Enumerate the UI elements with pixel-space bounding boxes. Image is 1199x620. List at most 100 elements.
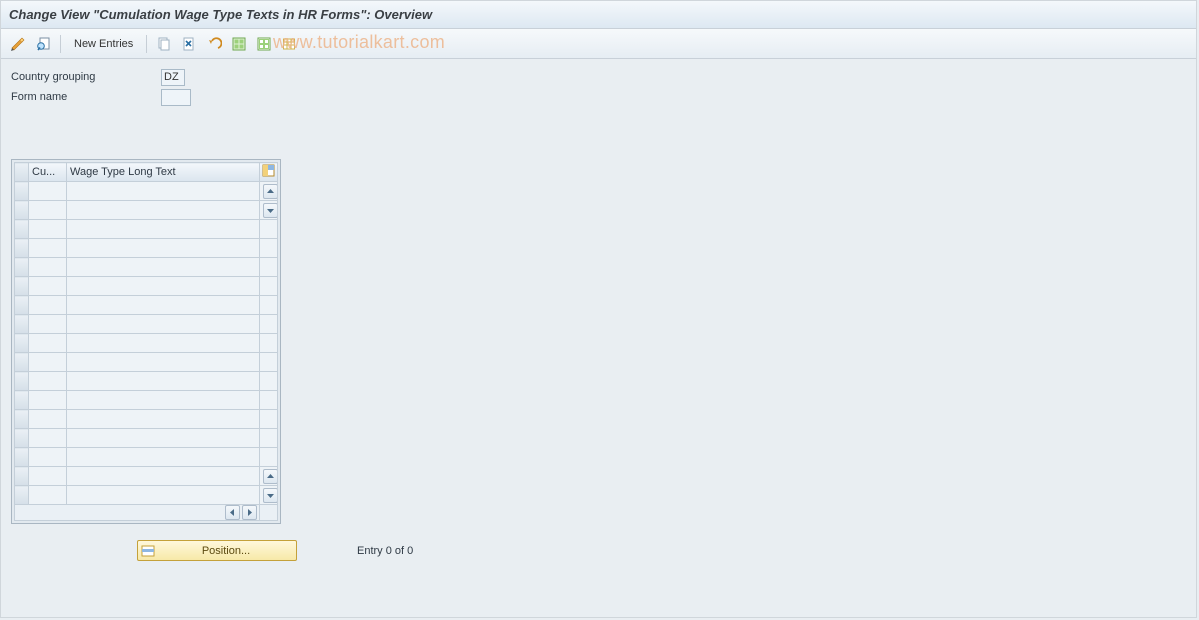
scroll-down-button[interactable] [263, 203, 278, 218]
row-select-handle[interactable] [15, 277, 29, 296]
cell-cu[interactable] [29, 486, 67, 505]
table-config-header[interactable] [260, 163, 278, 182]
cell-wage-text[interactable] [67, 410, 260, 429]
row-select-handle[interactable] [15, 334, 29, 353]
table-row [15, 315, 278, 334]
row-select-handle[interactable] [15, 448, 29, 467]
cell-cu[interactable] [29, 334, 67, 353]
row-select-handle[interactable] [15, 201, 29, 220]
horizontal-scroll-row [15, 505, 278, 521]
table-row [15, 448, 278, 467]
row-select-handle[interactable] [15, 467, 29, 486]
cell-wage-text[interactable] [67, 258, 260, 277]
toolbar-separator [60, 35, 61, 53]
cell-wage-text[interactable] [67, 239, 260, 258]
undo-button[interactable] [203, 34, 225, 54]
row-select-handle[interactable] [15, 429, 29, 448]
triangle-down-icon [267, 207, 274, 214]
cell-wage-text[interactable] [67, 448, 260, 467]
new-entries-button[interactable]: New Entries [67, 34, 140, 54]
table-settings-icon [262, 164, 275, 177]
row-select-handle[interactable] [15, 220, 29, 239]
change-display-toggle-button[interactable] [7, 34, 29, 54]
country-grouping-input[interactable] [161, 69, 185, 86]
cell-cu[interactable] [29, 182, 67, 201]
cell-cu[interactable] [29, 391, 67, 410]
cell-wage-text[interactable] [67, 315, 260, 334]
form-name-label: Form name [11, 91, 161, 103]
cell-wage-text[interactable] [67, 372, 260, 391]
cell-wage-text[interactable] [67, 296, 260, 315]
deselect-all-button[interactable] [253, 34, 275, 54]
cell-wage-text[interactable] [67, 201, 260, 220]
table-row [15, 410, 278, 429]
cell-wage-text[interactable] [67, 391, 260, 410]
copy-button[interactable] [153, 34, 175, 54]
cell-wage-text[interactable] [67, 277, 260, 296]
row-select-handle[interactable] [15, 296, 29, 315]
row-select-handle[interactable] [15, 258, 29, 277]
scroll-down-button[interactable] [263, 488, 278, 503]
vertical-scroll-cell [260, 315, 278, 334]
scroll-right-button[interactable] [242, 505, 257, 520]
cell-wage-text[interactable] [67, 334, 260, 353]
column-header-wage-text[interactable]: Wage Type Long Text [67, 163, 260, 182]
pencil-glasses-icon [10, 36, 26, 52]
cell-cu[interactable] [29, 353, 67, 372]
cell-cu[interactable] [29, 372, 67, 391]
row-select-handle[interactable] [15, 391, 29, 410]
cell-wage-text[interactable] [67, 182, 260, 201]
vertical-scroll-cell [260, 182, 278, 201]
vertical-scroll-cell [260, 334, 278, 353]
cell-wage-text[interactable] [67, 220, 260, 239]
copy-icon [156, 36, 172, 52]
cell-cu[interactable] [29, 429, 67, 448]
position-button[interactable]: Position... [137, 540, 297, 561]
cell-wage-text[interactable] [67, 486, 260, 505]
row-select-handle[interactable] [15, 182, 29, 201]
triangle-right-icon [246, 509, 253, 516]
scroll-up-button[interactable] [263, 184, 278, 199]
triangle-left-icon [229, 509, 236, 516]
row-select-handle[interactable] [15, 239, 29, 258]
cell-wage-text[interactable] [67, 353, 260, 372]
cell-cu[interactable] [29, 258, 67, 277]
cell-cu[interactable] [29, 315, 67, 334]
select-all-icon [231, 36, 247, 52]
cell-cu[interactable] [29, 467, 67, 486]
column-header-cu[interactable]: Cu... [29, 163, 67, 182]
title-bar: Change View "Cumulation Wage Type Texts … [1, 1, 1196, 29]
row-select-handle[interactable] [15, 372, 29, 391]
find-button[interactable] [32, 34, 54, 54]
select-all-header[interactable] [15, 163, 29, 182]
table-row [15, 334, 278, 353]
vertical-scroll-cell [260, 410, 278, 429]
vertical-scroll-cell [260, 258, 278, 277]
cell-cu[interactable] [29, 277, 67, 296]
cell-cu[interactable] [29, 201, 67, 220]
cell-cu[interactable] [29, 448, 67, 467]
delete-button[interactable] [178, 34, 200, 54]
row-select-handle[interactable] [15, 353, 29, 372]
form-name-input[interactable] [161, 89, 191, 106]
deselect-all-icon [256, 36, 272, 52]
cell-wage-text[interactable] [67, 467, 260, 486]
triangle-down-icon [267, 492, 274, 499]
row-select-handle[interactable] [15, 410, 29, 429]
print-button[interactable] [278, 34, 300, 54]
table-row [15, 467, 278, 486]
cell-cu[interactable] [29, 296, 67, 315]
cell-cu[interactable] [29, 239, 67, 258]
scroll-up-button[interactable] [263, 469, 278, 484]
table-header-row: Cu... Wage Type Long Text [15, 163, 278, 182]
select-all-button[interactable] [228, 34, 250, 54]
table-row [15, 277, 278, 296]
row-select-handle[interactable] [15, 486, 29, 505]
vertical-scroll-cell [260, 201, 278, 220]
country-grouping-row: Country grouping [11, 67, 1186, 87]
row-select-handle[interactable] [15, 315, 29, 334]
scroll-left-button[interactable] [225, 505, 240, 520]
cell-cu[interactable] [29, 220, 67, 239]
cell-cu[interactable] [29, 410, 67, 429]
cell-wage-text[interactable] [67, 429, 260, 448]
